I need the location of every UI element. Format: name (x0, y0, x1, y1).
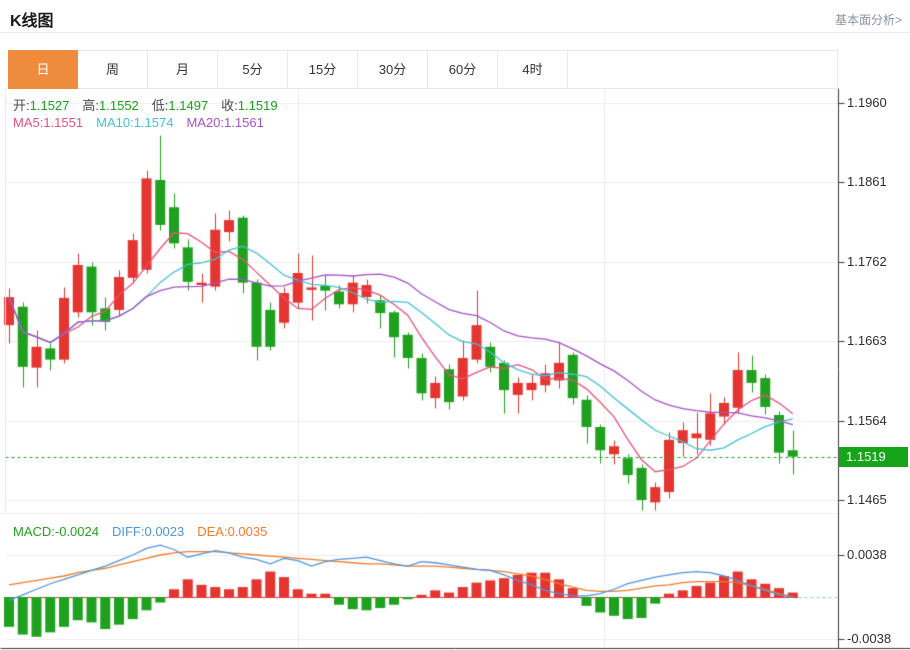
macd-axis-tick: -0.0038 (847, 631, 891, 646)
current-price-badge: 1.1519 (839, 447, 908, 467)
y-axis-tick: 1.1663 (847, 333, 887, 348)
legend-value: 0.0035 (228, 524, 268, 539)
legend-label: DEA: (197, 524, 227, 539)
legend-label: MA10: (96, 115, 134, 130)
legend-value: 1.1552 (99, 98, 139, 113)
page-title: K线图 (10, 7, 54, 31)
legend-label: 低: (152, 98, 169, 113)
legend-label: 收: (221, 98, 238, 113)
tab-4时[interactable]: 4时 (498, 51, 568, 88)
legend-value: 1.1561 (224, 115, 264, 130)
legend-value: 1.1551 (43, 115, 83, 130)
tab-周[interactable]: 周 (78, 51, 148, 88)
ma-legend: MA5:1.1551 MA10:1.1574 MA20:1.1561 (13, 115, 277, 130)
tab-15分[interactable]: 15分 (288, 51, 358, 88)
y-axis-tick: 1.1465 (847, 492, 887, 507)
legend-label: MACD: (13, 524, 55, 539)
tab-5分[interactable]: 5分 (218, 51, 288, 88)
legend-label: MA20: (186, 115, 224, 130)
legend-value: -0.0024 (55, 524, 99, 539)
macd-axis-tick: 0.0038 (847, 547, 887, 562)
y-axis-tick: 1.1762 (847, 254, 887, 269)
legend-value: 0.0023 (144, 524, 184, 539)
interval-tabbar: 日周月5分15分30分60分4时 (8, 50, 838, 89)
legend-value: 1.1527 (30, 98, 70, 113)
legend-value: 1.1497 (168, 98, 208, 113)
legend-label: 开: (13, 98, 30, 113)
legend-label: 高: (82, 98, 99, 113)
kline-page: K线图 基本面分析> 日周月5分15分30分60分4时 开:1.1527高:1.… (0, 0, 910, 650)
macd-legend: MACD:-0.0024 DIFF:0.0023 DEA:0.0035 (13, 524, 280, 539)
fundamental-analysis-link[interactable]: 基本面分析> (835, 11, 902, 28)
legend-value: 1.1519 (238, 98, 278, 113)
y-axis-tick: 1.1861 (847, 174, 887, 189)
ohlc-legend: 开:1.1527 高:1.1552 低:1.1497 收:1.1519 (13, 95, 291, 114)
page-header: K线图 基本面分析> (0, 0, 910, 33)
tab-月[interactable]: 月 (148, 51, 218, 88)
y-axis-tick: 1.1960 (847, 95, 887, 110)
legend-label: MA5: (13, 115, 43, 130)
y-axis-tick: 1.1564 (847, 413, 887, 428)
tab-30分[interactable]: 30分 (358, 51, 428, 88)
legend-value: 1.1574 (134, 115, 174, 130)
tab-日[interactable]: 日 (8, 50, 78, 89)
legend-label: DIFF: (112, 524, 145, 539)
tab-60分[interactable]: 60分 (428, 51, 498, 88)
